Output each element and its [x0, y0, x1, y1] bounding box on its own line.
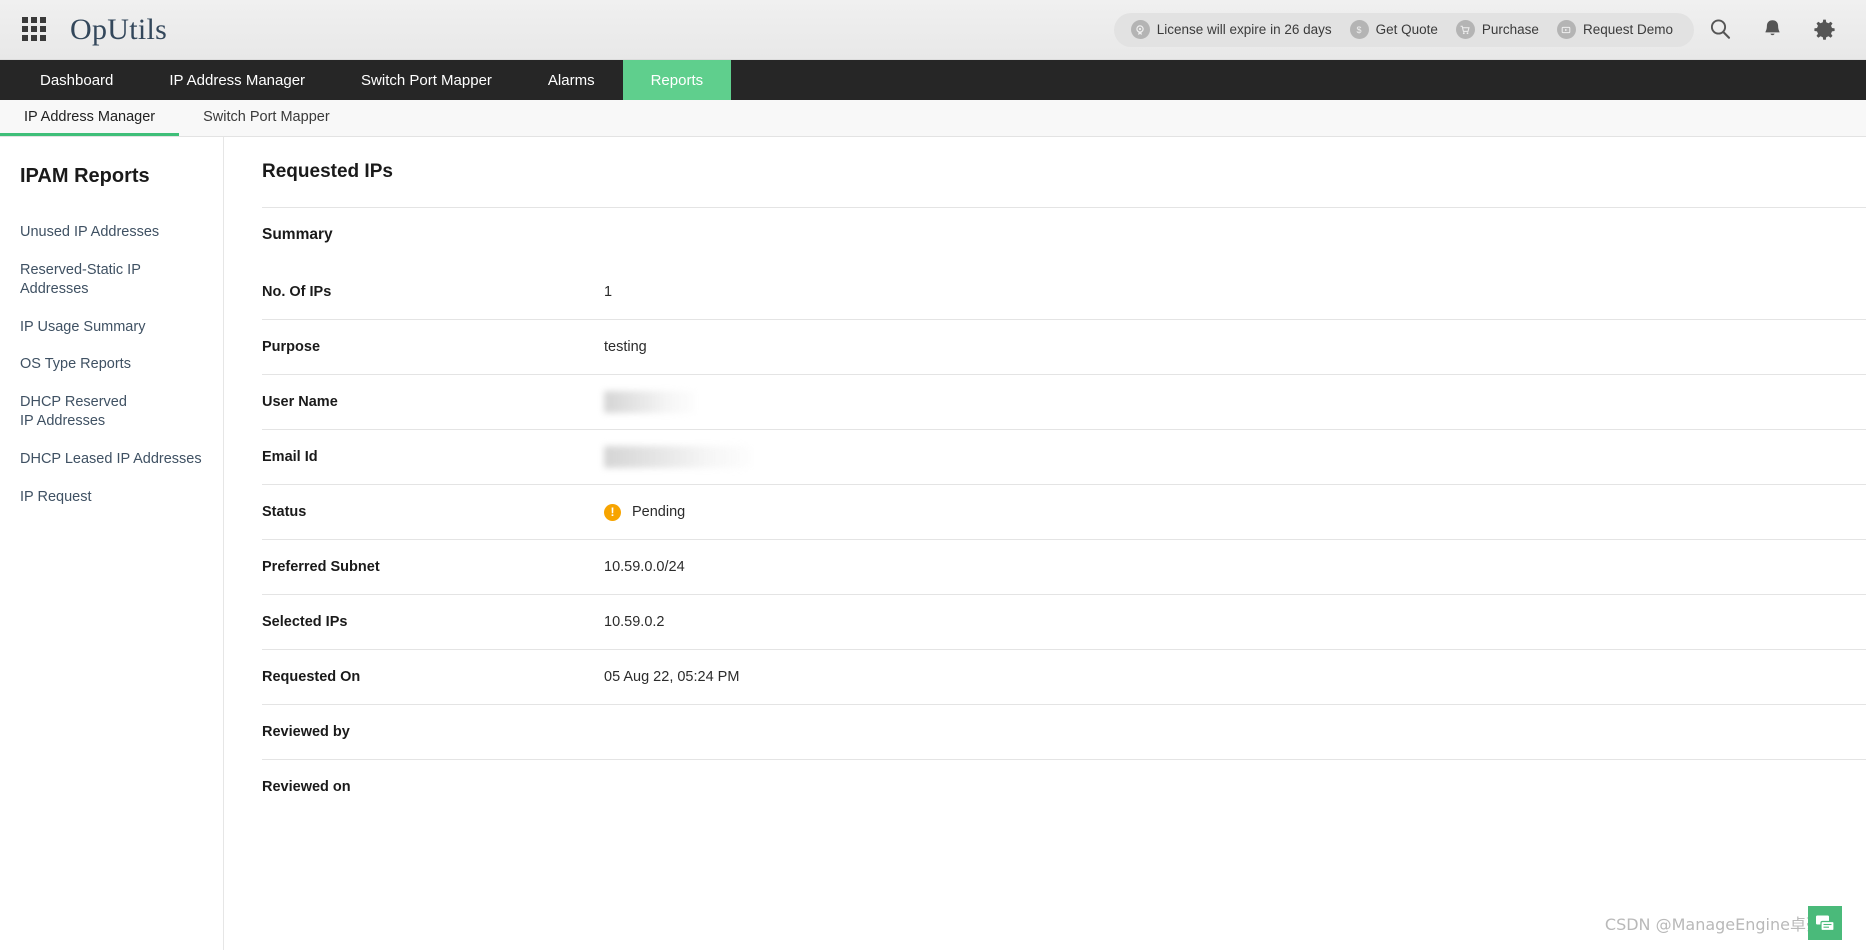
subtab-switch-port-mapper[interactable]: Switch Port Mapper	[179, 100, 354, 136]
redacted-user-name-block	[604, 391, 696, 413]
grid-cell	[31, 34, 37, 41]
table-row-status: Status ! Pending	[262, 484, 1866, 539]
grid-cell	[22, 25, 28, 32]
redacted-email-block	[604, 446, 752, 468]
table-row-user-name: User Name	[262, 374, 1866, 429]
grid-cell	[22, 34, 28, 41]
cart-icon	[1455, 20, 1475, 39]
table-row-reviewed-on: Reviewed on	[262, 759, 1866, 814]
license-expiry-item[interactable]: License will expire in 26 days	[1124, 20, 1339, 39]
row-value	[604, 446, 752, 468]
body-wrapper: IPAM Reports Unused IP Addresses Reserve…	[0, 137, 1866, 950]
row-label: Status	[262, 504, 307, 520]
sub-navigation: IP Address Manager Switch Port Mapper	[0, 100, 1866, 137]
notification-bell-icon[interactable]	[1746, 0, 1798, 60]
nav-item-switch-port-mapper[interactable]: Switch Port Mapper	[333, 60, 520, 100]
sidebar-item-os-type-reports[interactable]: OS Type Reports	[0, 346, 223, 384]
row-label: Email Id	[262, 449, 318, 465]
table-row-requested-on: Requested On 05 Aug 22, 05:24 PM	[262, 649, 1866, 704]
app-brand-title: OpUtils	[70, 12, 168, 46]
row-label: Reviewed on	[262, 779, 351, 795]
dollar-icon: $	[1349, 20, 1369, 39]
summary-section-title: Summary	[262, 226, 333, 243]
sidebar-item-ip-usage-summary[interactable]: IP Usage Summary	[0, 309, 223, 347]
nav-item-alarms[interactable]: Alarms	[520, 60, 623, 100]
sidebar-item-ip-request[interactable]: IP Request	[0, 479, 223, 517]
row-label: Purpose	[262, 339, 321, 355]
sidebar-item-dhcp-leased-ip-addresses[interactable]: DHCP Leased IP Addresses	[0, 441, 223, 479]
sidebar-item-unused-ip-addresses[interactable]: Unused IP Addresses	[0, 214, 223, 252]
request-demo-item[interactable]: Request Demo	[1550, 20, 1680, 39]
video-icon	[1556, 20, 1576, 39]
row-label: No. Of IPs	[262, 283, 332, 300]
sidebar-title: IPAM Reports	[20, 165, 150, 187]
table-row-no-of-ips: No. Of IPs 1	[262, 264, 1866, 319]
status-badge: Pending	[632, 504, 686, 520]
grid-cell	[22, 16, 28, 23]
row-value: 05 Aug 22, 05:24 PM	[604, 669, 740, 685]
purchase-item[interactable]: Purchase	[1449, 20, 1546, 39]
nav-item-reports[interactable]: Reports	[622, 60, 732, 100]
row-label: User Name	[262, 394, 338, 410]
content-panel: Requested IPs Summary No. Of IPs 1 Purpo…	[224, 137, 1866, 950]
row-value: 1	[604, 283, 613, 300]
row-value: 10.59.0.0/24	[604, 559, 685, 575]
subtab-ip-address-manager[interactable]: IP Address Manager	[0, 100, 180, 136]
grid-cell	[31, 25, 37, 32]
sidebar-item-reserved-static-ip-addresses[interactable]: Reserved-Static IP Addresses	[0, 252, 223, 309]
table-row-selected-ips: Selected IPs 10.59.0.2	[262, 594, 1866, 649]
nav-item-dashboard[interactable]: Dashboard	[12, 60, 141, 100]
header-right-group: License will expire in 26 days $ Get Quo…	[1113, 0, 1850, 60]
license-expiry-label: License will expire in 26 days	[1156, 22, 1332, 37]
page-title: Requested IPs	[262, 161, 393, 182]
row-label: Reviewed by	[262, 724, 350, 740]
row-value: 10.59.0.2	[604, 614, 665, 630]
top-header: OpUtils License will expire in 26 days $…	[0, 0, 1866, 60]
csdn-chat-logo-icon	[1808, 906, 1842, 940]
row-value	[604, 391, 696, 413]
row-value: ! Pending	[604, 503, 686, 521]
row-label: Selected IPs	[262, 614, 348, 630]
purchase-label: Purchase	[1481, 22, 1539, 37]
get-quote-label: Get Quote	[1375, 22, 1438, 37]
grid-cell	[31, 16, 37, 23]
svg-text:$: $	[1357, 25, 1362, 35]
row-label: Preferred Subnet	[262, 559, 380, 575]
grid-cell	[40, 34, 46, 41]
search-icon[interactable]	[1694, 0, 1746, 60]
sidebar-item-dhcp-reserved-ip-addresses[interactable]: DHCP Reserved IP Addresses	[0, 384, 150, 441]
main-navigation: Dashboard IP Address Manager Switch Port…	[0, 60, 1866, 100]
grid-apps-icon[interactable]	[22, 16, 48, 43]
request-demo-label: Request Demo	[1582, 22, 1673, 37]
row-value: testing	[604, 339, 647, 355]
watermark: CSDN @ManageEngine卓豪	[1605, 906, 1842, 940]
grid-cell	[40, 16, 46, 23]
table-row-reviewed-by: Reviewed by	[262, 704, 1866, 759]
license-badge-icon	[1130, 20, 1150, 39]
get-quote-item[interactable]: $ Get Quote	[1343, 20, 1445, 39]
nav-item-ip-address-manager[interactable]: IP Address Manager	[141, 60, 333, 100]
row-label: Requested On	[262, 669, 361, 685]
table-row-preferred-subnet: Preferred Subnet 10.59.0.0/24	[262, 539, 1866, 594]
table-row-email-id: Email Id	[262, 429, 1866, 484]
license-pill: License will expire in 26 days $ Get Quo…	[1113, 12, 1694, 47]
warning-exclamation-icon: !	[604, 503, 621, 521]
table-row-purpose: Purpose testing	[262, 319, 1866, 374]
watermark-text: CSDN @ManageEngine卓豪	[1604, 915, 1822, 934]
gear-icon[interactable]	[1798, 0, 1850, 60]
grid-cell	[40, 25, 46, 32]
sidebar: IPAM Reports Unused IP Addresses Reserve…	[0, 137, 224, 950]
